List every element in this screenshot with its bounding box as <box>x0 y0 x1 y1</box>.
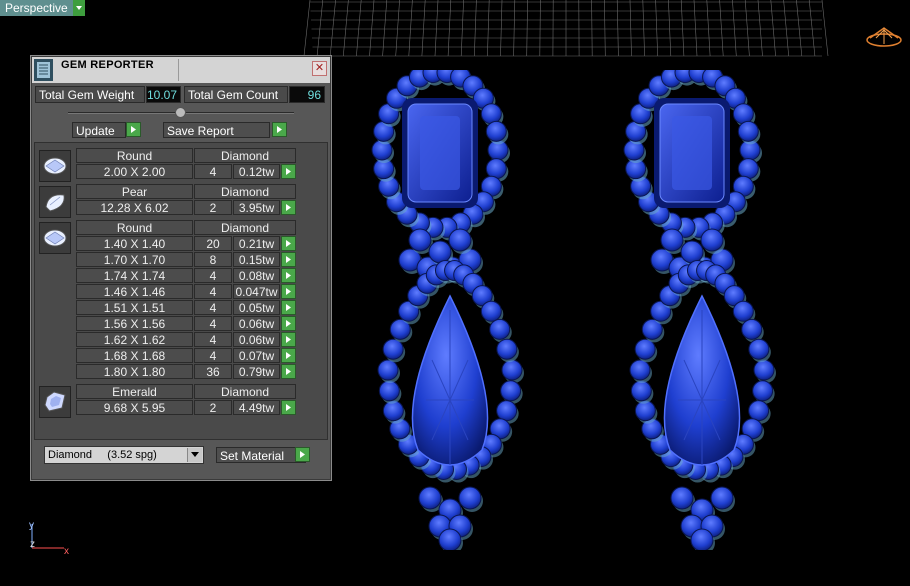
gem-weight-cell: 0.15tw <box>233 252 280 267</box>
gem-size-cell: 1.74 X 1.74 <box>76 268 193 283</box>
total-gem-weight-label: Total Gem Weight <box>35 86 145 103</box>
gem-size-cell: 1.46 X 1.46 <box>76 284 193 299</box>
select-gems-arrow-icon[interactable] <box>281 252 296 267</box>
gem-weight-cell: 0.12tw <box>233 164 280 179</box>
chevron-down-icon[interactable] <box>187 448 202 462</box>
select-gems-arrow-icon[interactable] <box>281 364 296 379</box>
save-report-button[interactable]: Save Report <box>163 122 270 138</box>
gem-count-cell: 4 <box>194 332 232 347</box>
emerald-gem-icon[interactable] <box>39 386 71 418</box>
axis-indicator: y z x <box>29 520 69 557</box>
gem-weight-cell: 4.49tw <box>233 400 280 415</box>
pear-gem-icon[interactable] <box>39 186 71 218</box>
gem-material-header: Diamond <box>194 148 296 163</box>
gem-count-cell: 4 <box>194 348 232 363</box>
gem-weight-cell: 0.047tw <box>233 284 280 299</box>
gem-size-cell: 1.40 X 1.40 <box>76 236 193 251</box>
round-gem-icon[interactable] <box>39 150 71 182</box>
select-gems-arrow-icon[interactable] <box>281 400 296 415</box>
set-material-arrow-icon[interactable] <box>295 447 310 462</box>
select-gems-arrow-icon[interactable] <box>281 300 296 315</box>
gem-count-cell: 4 <box>194 268 232 283</box>
select-gems-arrow-icon[interactable] <box>281 164 296 179</box>
gem-shape-header: Pear <box>76 184 193 199</box>
earring-render-left <box>371 70 524 550</box>
gem-weight-cell: 0.08tw <box>233 268 280 283</box>
gem-size-cell: 1.70 X 1.70 <box>76 252 193 267</box>
axis-z-label: z <box>30 539 35 550</box>
gem-shape-header: Round <box>76 220 193 235</box>
gem-size-cell: 1.51 X 1.51 <box>76 300 193 315</box>
select-gems-arrow-icon[interactable] <box>281 348 296 363</box>
select-gems-arrow-icon[interactable] <box>281 316 296 331</box>
total-gem-weight-value: 10.07 <box>146 86 181 103</box>
earring-render-right <box>623 70 776 550</box>
gem-size-cell: 1.80 X 1.80 <box>76 364 193 379</box>
gem-count-cell: 36 <box>194 364 232 379</box>
save-report-arrow-icon[interactable] <box>272 122 287 137</box>
gem-size-cell: 1.56 X 1.56 <box>76 316 193 331</box>
gem-count-cell: 4 <box>194 284 232 299</box>
gem-count-cell: 8 <box>194 252 232 267</box>
axis-y-label: y <box>29 520 34 531</box>
select-gems-arrow-icon[interactable] <box>281 236 296 251</box>
gem-weight-cell: 0.06tw <box>233 332 280 347</box>
material-select-value: Diamond (3.52 spg) <box>48 449 157 461</box>
gem-size-cell: 1.62 X 1.62 <box>76 332 193 347</box>
gem-size-cell: 2.00 X 2.00 <box>76 164 193 179</box>
gem-shape-header: Round <box>76 148 193 163</box>
gem-count-cell: 4 <box>194 316 232 331</box>
gem-material-header: Diamond <box>194 384 296 399</box>
gem-weight-cell: 0.05tw <box>233 300 280 315</box>
select-gems-arrow-icon[interactable] <box>281 284 296 299</box>
title-divider <box>178 59 179 81</box>
view-cube-icon[interactable] <box>864 24 904 48</box>
gem-size-cell: 1.68 X 1.68 <box>76 348 193 363</box>
gem-weight-cell: 0.21tw <box>233 236 280 251</box>
viewport-label-text: Perspective <box>0 0 73 16</box>
gem-material-header: Diamond <box>194 184 296 199</box>
panel-titlebar[interactable]: GEM REPORTER ✕ <box>32 57 330 83</box>
total-gem-count-value: 96 <box>289 86 325 103</box>
material-select[interactable]: Diamond (3.52 spg) <box>44 446 204 464</box>
panel-title: GEM REPORTER <box>61 59 154 71</box>
select-gems-arrow-icon[interactable] <box>281 200 296 215</box>
gem-material-header: Diamond <box>194 220 296 235</box>
gem-count-cell: 4 <box>194 300 232 315</box>
round-gem-icon[interactable] <box>39 222 71 254</box>
close-icon[interactable]: ✕ <box>312 61 327 76</box>
update-arrow-icon[interactable] <box>126 122 141 137</box>
gem-count-cell: 2 <box>194 400 232 415</box>
update-button[interactable]: Update <box>72 122 126 138</box>
gem-reporter-logo-icon <box>34 59 53 81</box>
panel-slider-handle[interactable] <box>175 107 186 118</box>
gem-weight-cell: 0.06tw <box>233 316 280 331</box>
axis-x-label: x <box>64 546 69 557</box>
select-gems-arrow-icon[interactable] <box>281 332 296 347</box>
gem-weight-cell: 0.07tw <box>233 348 280 363</box>
viewport-label[interactable]: Perspective <box>0 0 85 16</box>
gem-size-cell: 12.28 X 6.02 <box>76 200 193 215</box>
gem-shape-header: Emerald <box>76 384 193 399</box>
gem-report-table: Round Diamond 2.00 X 2.00 4 0.12tw Pear Diamon… <box>34 142 328 440</box>
gem-weight-cell: 3.95tw <box>233 200 280 215</box>
gem-count-cell: 2 <box>194 200 232 215</box>
total-gem-count-label: Total Gem Count <box>184 86 288 103</box>
gem-weight-cell: 0.79tw <box>233 364 280 379</box>
gem-size-cell: 9.68 X 5.95 <box>76 400 193 415</box>
chevron-down-icon[interactable] <box>72 0 85 16</box>
gem-reporter-panel: GEM REPORTER ✕ Total Gem Weight 10.07 To… <box>30 55 332 481</box>
select-gems-arrow-icon[interactable] <box>281 268 296 283</box>
set-material-button[interactable]: Set Material <box>216 447 306 463</box>
gem-count-cell: 20 <box>194 236 232 251</box>
gem-count-cell: 4 <box>194 164 232 179</box>
